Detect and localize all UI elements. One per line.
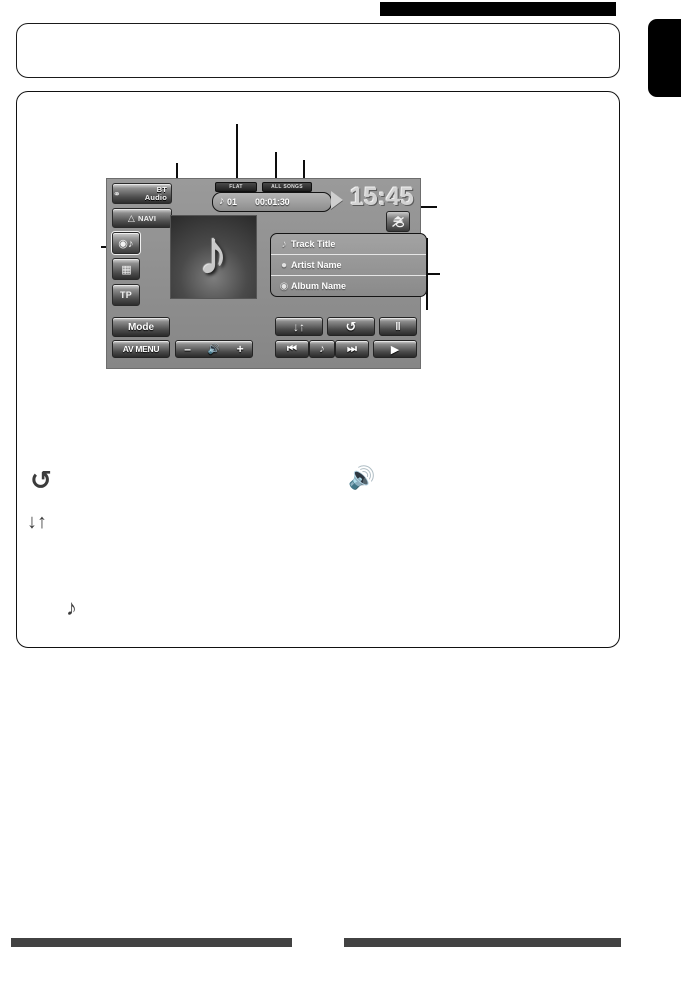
callout-line-info	[426, 273, 440, 275]
page-side-tab	[648, 19, 681, 97]
repeat-icon: ↺	[30, 465, 52, 495]
music-note-icon: ♪	[281, 238, 287, 250]
sidebar-item-bt-audio[interactable]: ⚭ BT Audio	[112, 183, 172, 204]
eject-glyph	[392, 216, 405, 228]
pause-button[interactable]: ‖	[379, 317, 417, 336]
clock-display: 15:45	[350, 183, 414, 211]
speaker-volume-icon: 🔊	[348, 465, 376, 490]
volume-control[interactable]: – 🔊 +	[175, 340, 253, 358]
note-button[interactable]: ♪	[309, 340, 335, 358]
previous-track-button[interactable]: ⏮	[275, 340, 309, 358]
mode-button[interactable]: Mode	[112, 317, 170, 337]
sidebar-item-keypad[interactable]: ▦	[112, 258, 140, 280]
note-callout-box	[16, 23, 620, 78]
sidebar-item-source-disc[interactable]: ◉♪	[112, 232, 140, 254]
music-note-icon: ♪	[219, 195, 225, 207]
bluetooth-icon: ⚭	[113, 188, 121, 199]
track-number: 01	[227, 197, 238, 207]
speaker-volume-icon: 🔊	[207, 343, 221, 355]
page-header-bar	[380, 2, 616, 16]
status-badge-play-mode: ALL SONGS	[262, 182, 312, 192]
tp-label: TP	[120, 290, 132, 300]
av-menu-button[interactable]: AV MENU	[112, 340, 170, 358]
volume-up-button[interactable]: +	[237, 342, 244, 356]
disc-music-icon: ◉♪	[118, 237, 134, 250]
person-icon: ●	[280, 259, 288, 271]
footer-bar-right	[344, 938, 621, 947]
play-button[interactable]: ▶	[373, 340, 417, 358]
next-track-button[interactable]: ⏭	[335, 340, 369, 358]
volume-down-button[interactable]: –	[184, 342, 191, 356]
main-content-box	[16, 91, 620, 648]
elapsed-time: 00:01:30	[255, 197, 290, 207]
shuffle-sort-icon: ↓↑	[27, 511, 47, 533]
disc-eject-icon[interactable]	[386, 211, 410, 232]
music-note-icon: ♪	[198, 219, 229, 288]
repeat-button[interactable]: ↺	[327, 317, 375, 336]
play-triangle-icon	[331, 191, 343, 209]
status-badge-eq: FLAT	[215, 182, 257, 192]
navi-label: NAVI	[137, 213, 157, 223]
track-time-display: ♪ 01 00:01:30	[212, 192, 332, 212]
track-info-panel[interactable]: ♪ Track Title ● Artist Name ◉ Album Name	[270, 233, 427, 297]
navi-arrow-icon: △	[127, 212, 135, 223]
artist-name: Artist Name	[291, 260, 342, 270]
list-item[interactable]: ● Artist Name	[271, 255, 426, 276]
list-item[interactable]: ◉ Album Name	[271, 276, 426, 296]
album-name: Album Name	[291, 281, 347, 291]
list-item[interactable]: ♪ Track Title	[271, 234, 426, 255]
source-rail: ⚭ BT Audio △ NAVI ◉♪ ▦ TP	[112, 183, 172, 310]
track-title: Track Title	[291, 239, 336, 249]
bt-audio-line2: Audio	[144, 192, 167, 202]
keypad-grid-icon: ▦	[121, 263, 131, 276]
sort-button[interactable]: ↓↑	[275, 317, 323, 336]
album-artwork: ♪	[170, 215, 257, 299]
footer-bar-left	[11, 938, 292, 947]
sidebar-item-navi[interactable]: △ NAVI	[112, 208, 172, 228]
music-note-icon: ♪	[66, 595, 77, 620]
disc-icon: ◉	[279, 280, 289, 292]
car-audio-screen: ⚭ BT Audio △ NAVI ◉♪ ▦ TP FLAT ALL SONGS…	[106, 178, 427, 369]
sidebar-item-tp[interactable]: TP	[112, 284, 140, 306]
